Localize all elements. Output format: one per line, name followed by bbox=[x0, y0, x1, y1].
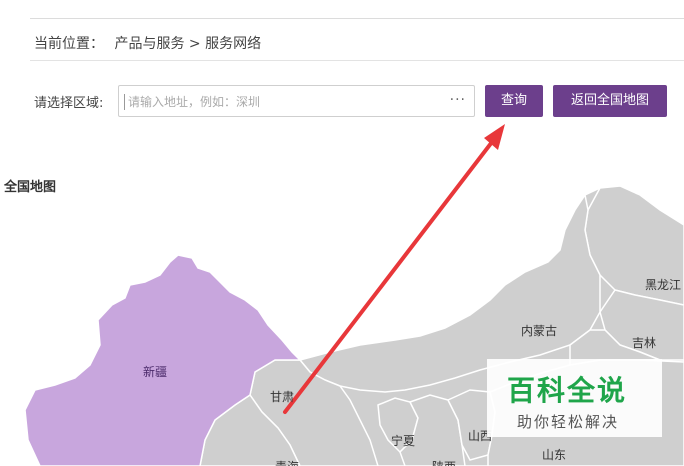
province-label-shaanxi: 陕西 bbox=[432, 458, 456, 466]
province-label-gansu: 甘肃 bbox=[270, 390, 295, 404]
watermark-title: 百科全说 bbox=[507, 374, 628, 407]
province-label-qinghai: 青海 bbox=[275, 458, 299, 466]
province-label-xinjiang: 新疆 bbox=[143, 365, 168, 379]
province-label-ningxia: 宁夏 bbox=[391, 434, 416, 448]
province-label-neimenggu: 内蒙古 bbox=[521, 324, 558, 338]
watermark: 百科全说 助你轻松解决 bbox=[487, 359, 662, 437]
province-label-heilongjiang: 黑龙江 bbox=[645, 278, 682, 292]
province-label-shandong: 山东 bbox=[542, 448, 567, 462]
watermark-subtitle: 助你轻松解决 bbox=[517, 413, 620, 431]
province-label-jilin: 吉林 bbox=[632, 336, 657, 350]
